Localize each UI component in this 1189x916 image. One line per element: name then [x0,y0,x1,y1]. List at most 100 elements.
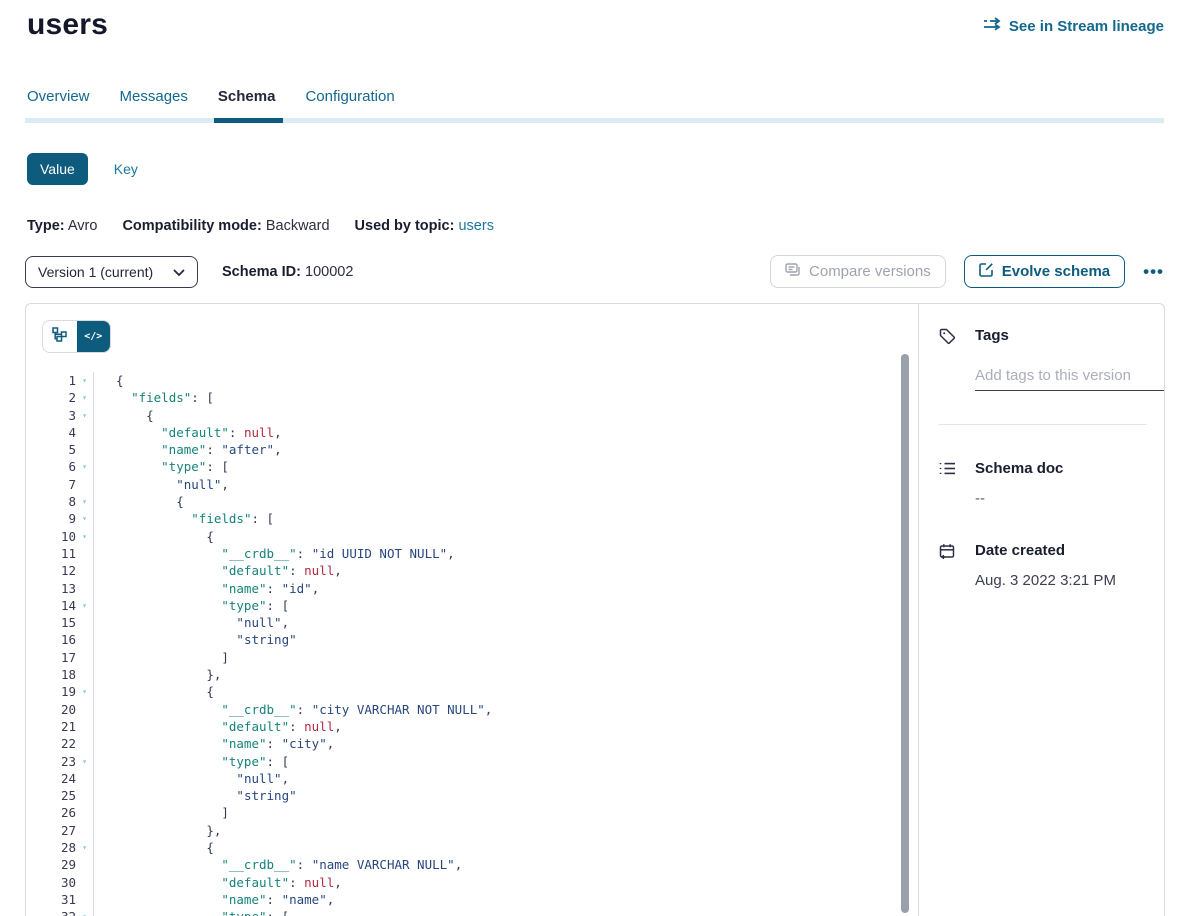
fold-spacer [76,649,93,666]
code-line: 7 "null", [42,476,918,493]
code-editor[interactable]: 1▾{2▾ "fields": [3▾ {4 "default": null,5… [42,372,918,916]
fold-spacer [76,424,93,441]
code-line-content: "fields": [ [93,389,214,406]
schema-id-value: 100002 [305,264,353,280]
key-tab-button[interactable]: Key [114,161,138,177]
code-line-content: "string" [93,631,297,648]
fold-toggle-icon[interactable]: ▾ [76,493,93,510]
line-number: 13 [42,580,76,597]
fold-toggle-icon[interactable]: ▾ [76,407,93,424]
line-number: 15 [42,614,76,631]
schema-doc-title: Schema doc [975,460,1063,477]
editor-scrollbar[interactable] [901,354,909,913]
fold-spacer [76,631,93,648]
code-line-content: "name": "city", [93,735,334,752]
compat-value: Backward [266,218,330,234]
code-line-content: "fields": [ [93,510,274,527]
code-line: 21 "default": null, [42,718,918,735]
fold-toggle-icon[interactable]: ▾ [76,510,93,527]
fold-toggle-icon[interactable]: ▾ [76,839,93,856]
schema-doc-value: -- [975,490,1063,507]
code-line: 14▾ "type": [ [42,597,918,614]
schema-panel: </> 1▾{2▾ "fields": [3▾ {4 "default": nu… [25,303,1165,916]
line-number: 8 [42,493,76,510]
edit-icon [979,262,994,281]
code-line: 15 "null", [42,614,918,631]
stream-lineage-label: See in Stream lineage [1009,18,1164,35]
fold-toggle-icon[interactable]: ▾ [76,372,93,389]
code-line: 18 }, [42,666,918,683]
code-line: 22 "name": "city", [42,735,918,752]
topic-link[interactable]: users [458,218,493,234]
stream-lineage-link[interactable]: See in Stream lineage [983,17,1164,35]
schema-meta-row: Type: Avro Compatibility mode: Backward … [25,218,1164,234]
fold-spacer [76,856,93,873]
code-line-content: "string" [93,787,297,804]
tab-schema[interactable]: Schema [218,88,276,118]
type-value: Avro [68,218,98,234]
code-line-content: "__crdb__": "city VARCHAR NOT NULL", [93,701,492,718]
schema-doc-section: Schema doc -- [939,460,1164,507]
code-line: 9▾ "fields": [ [42,510,918,527]
code-line-content: "name": "after", [93,441,282,458]
tree-view-button[interactable] [43,321,77,352]
code-line-content: { [93,493,184,510]
schema-sidebar: Tags Schema doc -- [919,304,1164,916]
code-line-content: "__crdb__": "id UUID NOT NULL", [93,545,455,562]
line-number: 30 [42,874,76,891]
code-view-button[interactable]: </> [77,321,111,352]
code-line: 12 "default": null, [42,562,918,579]
line-number: 19 [42,683,76,700]
line-number: 3 [42,407,76,424]
fold-toggle-icon[interactable]: ▾ [76,458,93,475]
code-line: 4 "default": null, [42,424,918,441]
fold-spacer [76,874,93,891]
version-select[interactable]: Version 1 (current) [25,256,198,288]
date-created-title: Date created [975,542,1116,559]
schema-id-label: Schema ID: [222,264,301,280]
tab-overview[interactable]: Overview [27,88,90,118]
line-number: 21 [42,718,76,735]
tab-underline-track [25,118,1164,123]
fold-toggle-icon[interactable]: ▾ [76,908,93,916]
line-number: 11 [42,545,76,562]
code-line-content: "null", [93,614,289,631]
schema-view-toggle: </> [42,320,111,353]
fold-toggle-icon[interactable]: ▾ [76,597,93,614]
code-line-content: "default": null, [93,424,282,441]
fold-toggle-icon[interactable]: ▾ [76,753,93,770]
compare-versions-button[interactable]: Compare versions [770,255,946,288]
value-tab-button[interactable]: Value [27,153,88,185]
tags-input[interactable] [975,365,1165,391]
fold-spacer [76,666,93,683]
code-line-content: }, [93,666,221,683]
line-number: 20 [42,701,76,718]
code-line-content: "default": null, [93,718,342,735]
more-actions-button[interactable]: ••• [1143,262,1164,282]
fold-spacer [76,787,93,804]
active-tab-indicator [214,118,284,123]
tab-configuration[interactable]: Configuration [305,88,394,118]
fold-toggle-icon[interactable]: ▾ [76,528,93,545]
used-by-topic: Used by topic: users [355,218,494,234]
version-bar: Version 1 (current) Schema ID: 100002 Co… [25,255,1164,288]
fold-spacer [76,562,93,579]
line-number: 22 [42,735,76,752]
evolve-schema-button[interactable]: Evolve schema [964,255,1125,288]
code-line-content: "type": [ [93,458,229,475]
value-key-toggle: Value Key [25,153,1164,185]
fold-toggle-icon[interactable]: ▾ [76,683,93,700]
code-line-content: "name": "name", [93,891,334,908]
fold-spacer [76,770,93,787]
code-line-content: }, [93,822,221,839]
tags-section: Tags [939,327,1164,391]
line-number: 4 [42,424,76,441]
tab-bar: Overview Messages Schema Configuration [25,88,1164,123]
fold-toggle-icon[interactable]: ▾ [76,389,93,406]
tab-messages[interactable]: Messages [120,88,188,118]
line-number: 1 [42,372,76,389]
code-line: 24 "null", [42,770,918,787]
code-line: 8▾ { [42,493,918,510]
fold-spacer [76,476,93,493]
compare-versions-icon [785,263,801,281]
